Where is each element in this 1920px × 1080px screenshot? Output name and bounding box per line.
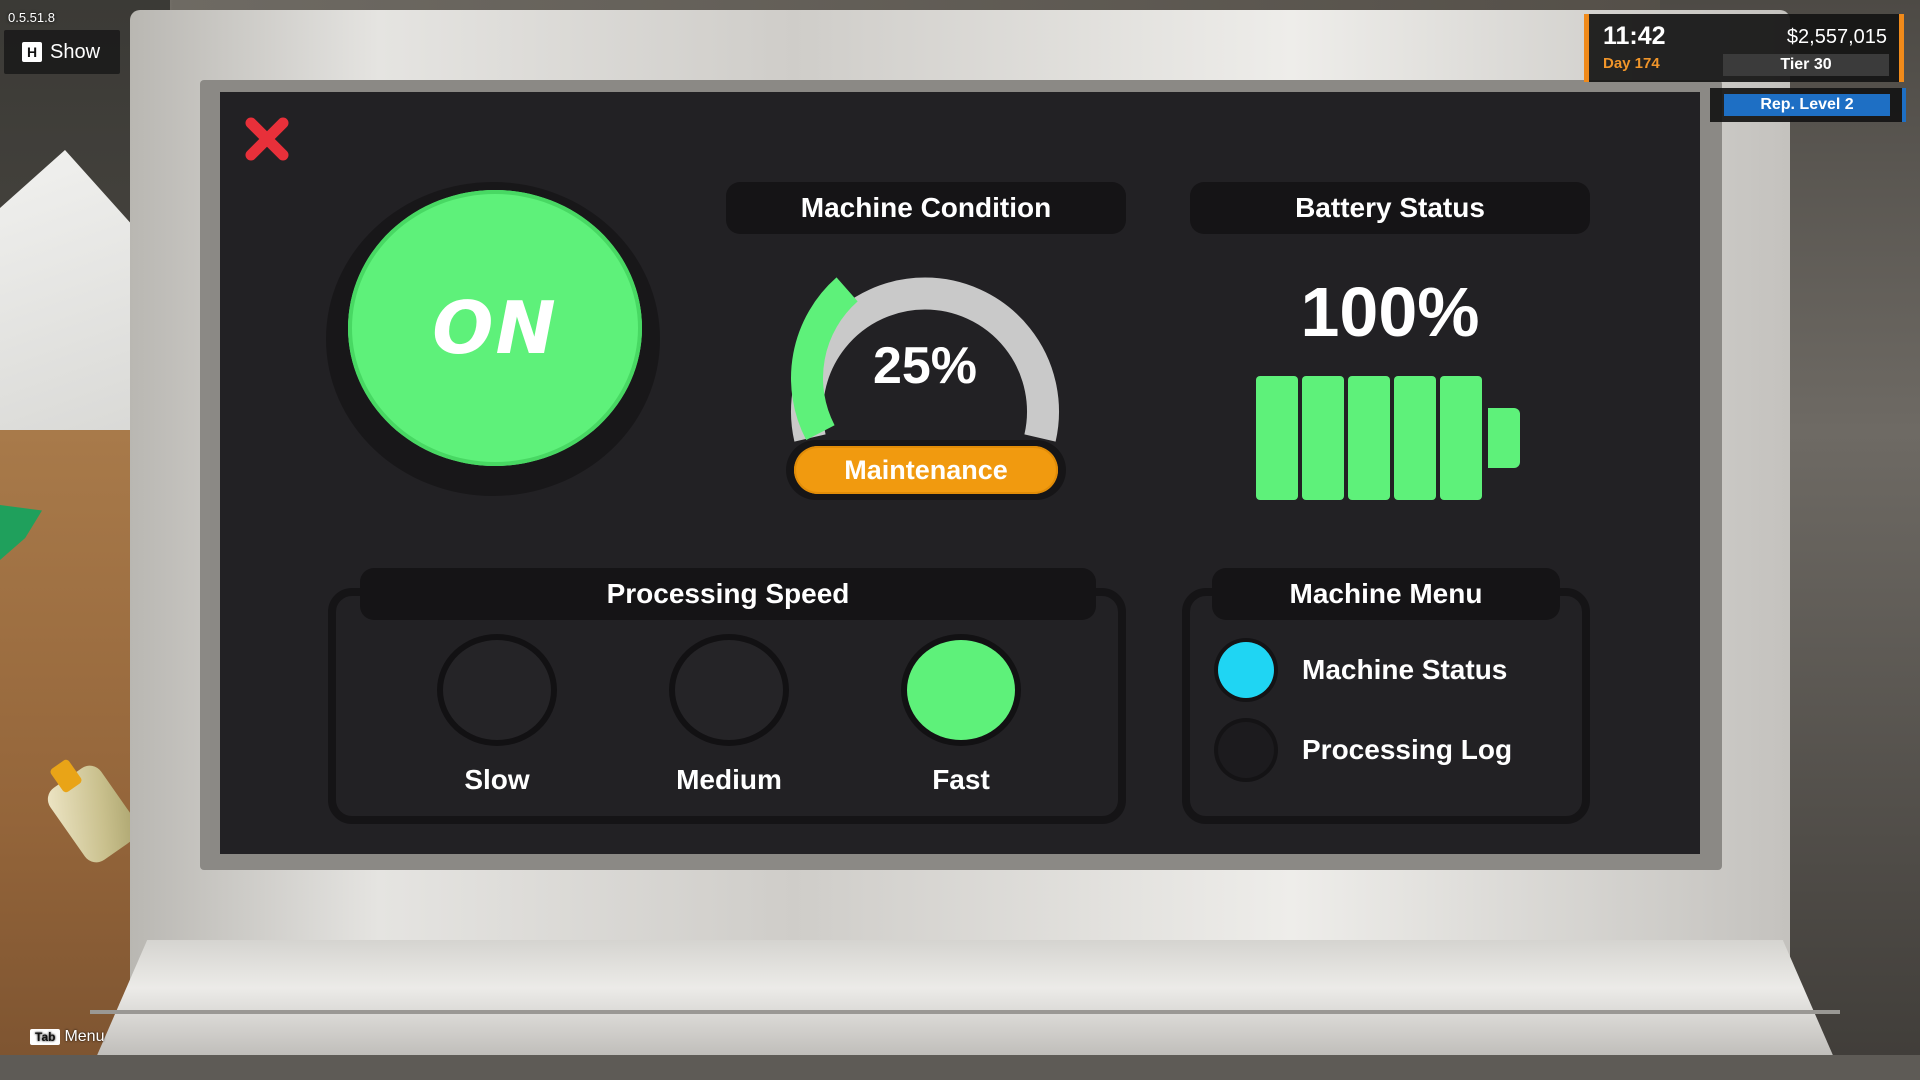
menu-label-processing-log: Processing Log bbox=[1302, 734, 1513, 765]
power-button[interactable]: ON bbox=[348, 190, 642, 466]
speed-radio-fast[interactable] bbox=[907, 640, 1015, 740]
menu-hint-label: Menu bbox=[64, 1028, 105, 1045]
show-key-hint: H bbox=[22, 42, 42, 62]
battery-tip bbox=[1488, 408, 1520, 468]
menu-label-machine-status: Machine Status bbox=[1302, 654, 1508, 685]
machine-menu-title: Machine Menu bbox=[1289, 578, 1483, 609]
processing-speed-header: Processing Speed bbox=[360, 568, 1096, 620]
battery-cell bbox=[1348, 376, 1390, 500]
maintenance-button[interactable]: Maintenance bbox=[794, 446, 1058, 494]
machine-condition-header: Machine Condition bbox=[726, 182, 1126, 234]
close-icon bbox=[245, 117, 289, 161]
menu-radio-processing-log[interactable] bbox=[1218, 722, 1274, 778]
show-hud-button[interactable]: H Show bbox=[4, 30, 120, 74]
hud-status-panel: 11:42 Day 174 $2,557,015 Tier 30 bbox=[1584, 14, 1904, 82]
speed-option-medium[interactable]: Medium bbox=[669, 640, 789, 796]
battery-cell bbox=[1440, 376, 1482, 500]
battery-status-header: Battery Status bbox=[1190, 182, 1590, 234]
menu-item-processing-log[interactable]: Processing Log bbox=[1218, 722, 1512, 778]
menu-item-machine-status[interactable]: Machine Status bbox=[1218, 642, 1507, 698]
hud-money: $2,557,015 bbox=[1786, 26, 1887, 48]
hud-tier: Tier 30 bbox=[1723, 54, 1889, 76]
menu-key-hint: Tab Menu bbox=[30, 1028, 104, 1046]
condition-value: 25% bbox=[872, 337, 978, 395]
machine-menu-panel bbox=[1182, 588, 1590, 824]
menu-radio-machine-status[interactable] bbox=[1218, 642, 1274, 698]
speed-option-fast[interactable]: Fast bbox=[901, 640, 1021, 796]
tab-key: Tab bbox=[30, 1029, 61, 1045]
close-button[interactable] bbox=[242, 114, 292, 164]
processing-speed-title: Processing Speed bbox=[606, 578, 850, 609]
speed-radio-slow[interactable] bbox=[443, 640, 551, 740]
show-label: Show bbox=[50, 40, 101, 63]
battery-status-title: Battery Status bbox=[1295, 192, 1485, 223]
hud-day: Day 174 bbox=[1603, 55, 1660, 72]
reputation-level: Rep. Level 2 bbox=[1724, 94, 1890, 116]
game-version: 0.5.51.8 bbox=[8, 10, 55, 25]
speed-label-slow: Slow bbox=[464, 764, 530, 795]
machine-menu-header: Machine Menu bbox=[1212, 568, 1560, 620]
hud-reputation-panel: Rep. Level 2 bbox=[1710, 88, 1906, 122]
battery-cell bbox=[1302, 376, 1344, 500]
hud-time: 11:42 bbox=[1603, 22, 1666, 50]
speed-label-medium: Medium bbox=[676, 764, 782, 795]
game-scene: ON Machine Condition 25% Maintenance Bat… bbox=[0, 0, 1920, 1080]
speed-option-slow[interactable]: Slow bbox=[437, 640, 557, 796]
speed-radio-medium[interactable] bbox=[675, 640, 783, 740]
speed-label-fast: Fast bbox=[932, 764, 990, 795]
battery-cell bbox=[1256, 376, 1298, 500]
machine-bottom-shadow bbox=[0, 1055, 1920, 1080]
power-button-label: ON bbox=[432, 286, 558, 370]
machine-base-edge bbox=[90, 1010, 1840, 1014]
battery-value: 100% bbox=[1300, 273, 1480, 351]
machine-condition-title: Machine Condition bbox=[800, 192, 1052, 223]
battery-icon bbox=[1256, 376, 1482, 500]
maintenance-button-label: Maintenance bbox=[844, 454, 1008, 485]
battery-cell bbox=[1394, 376, 1436, 500]
machine-base bbox=[95, 940, 1835, 1060]
